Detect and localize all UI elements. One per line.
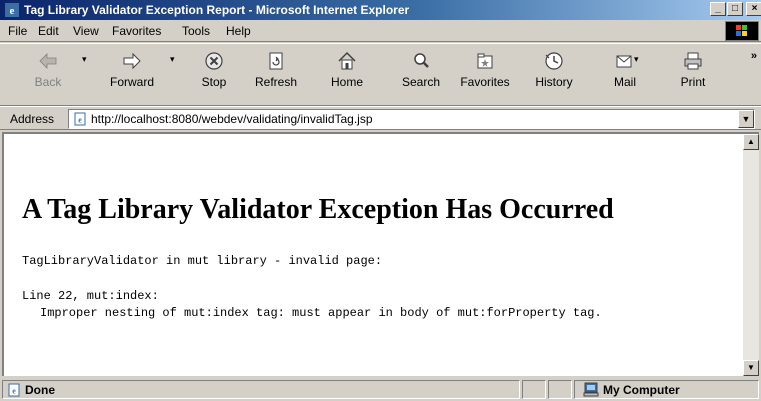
menu-favorites[interactable]: Favorites (112, 24, 161, 38)
browser-window: e Tag Library Validator Exception Report… (0, 0, 761, 401)
menu-bar: File Edit View Favorites Tools Help (0, 20, 761, 42)
forward-button[interactable]: Forward (104, 48, 160, 100)
history-button[interactable]: History (526, 48, 582, 100)
address-dropdown-icon[interactable]: ▼ (738, 110, 754, 128)
vertical-scrollbar[interactable]: ▲ ▼ (743, 134, 759, 376)
home-button[interactable]: Home (319, 48, 375, 100)
back-arrow-icon (39, 53, 57, 69)
error-location: Line 22, mut:index: (22, 289, 159, 303)
windows-logo-icon (725, 21, 759, 41)
refresh-label: Refresh (254, 75, 298, 89)
status-main-pane: e Done (2, 380, 520, 399)
search-icon (414, 53, 429, 68)
favorites-icon (477, 53, 493, 69)
refresh-icon (269, 52, 283, 70)
mail-label: Mail (613, 75, 636, 89)
address-label: Address (10, 112, 55, 126)
print-label: Print (680, 75, 706, 89)
refresh-button[interactable]: Refresh (248, 48, 304, 100)
back-button[interactable]: Back (20, 48, 76, 100)
search-button[interactable]: Search (393, 48, 449, 100)
mail-dropdown-icon[interactable]: ▾ (634, 54, 639, 65)
favorites-button[interactable]: Favorites (457, 48, 513, 100)
scroll-up-icon[interactable]: ▲ (743, 134, 759, 150)
home-label: Home (330, 75, 363, 89)
print-icon (684, 52, 702, 70)
scroll-down-icon[interactable]: ▼ (743, 360, 759, 376)
svg-text:e: e (12, 387, 16, 396)
status-zone-pane: My Computer (574, 380, 759, 399)
svg-text:e: e (10, 5, 15, 17)
menu-edit[interactable]: Edit (38, 24, 59, 38)
history-label: History (535, 75, 573, 89)
minimize-button[interactable]: _ (710, 2, 726, 16)
menu-help[interactable]: Help (226, 24, 251, 38)
menu-view[interactable]: View (73, 24, 99, 38)
page-viewport: A Tag Library Validator Exception Has Oc… (2, 132, 759, 376)
maximize-button[interactable]: □ (727, 2, 743, 16)
menu-tools[interactable]: Tools (182, 24, 210, 38)
home-icon (338, 51, 356, 70)
stop-button[interactable]: Stop (186, 48, 242, 100)
zone-text: My Computer (603, 383, 680, 397)
back-dropdown-icon[interactable]: ▾ (82, 54, 87, 65)
standard-toolbar: Back ▾ Forward ▾ Stop Refresh Home Searc… (0, 43, 761, 106)
forward-dropdown-icon[interactable]: ▾ (170, 54, 175, 65)
mail-button[interactable]: Mail (597, 48, 653, 100)
history-icon (545, 52, 563, 70)
search-label: Search (401, 75, 441, 89)
my-computer-icon (583, 382, 599, 397)
page-heading: A Tag Library Validator Exception Has Oc… (22, 194, 614, 225)
address-input[interactable]: e http://localhost:8080/webdev/validatin… (68, 109, 755, 129)
mail-icon (616, 55, 632, 68)
window-title: Tag Library Validator Exception Report -… (24, 3, 410, 17)
status-text: Done (25, 383, 55, 397)
status-bar: e Done My Computer (0, 378, 761, 401)
menu-file[interactable]: File (8, 24, 27, 38)
close-button[interactable]: × (746, 2, 761, 16)
title-bar[interactable]: e Tag Library Validator Exception Report… (0, 0, 761, 20)
internet-explorer-icon: e (5, 3, 19, 17)
validator-message: TagLibraryValidator in mut library - inv… (22, 254, 383, 268)
back-label: Back (34, 75, 62, 89)
forward-label: Forward (109, 75, 154, 89)
page-icon: e (74, 112, 86, 126)
forward-arrow-icon (123, 52, 141, 70)
status-security-pane (548, 380, 572, 399)
page-content: A Tag Library Validator Exception Has Oc… (4, 134, 743, 376)
svg-text:e: e (78, 116, 82, 125)
address-url[interactable]: http://localhost:8080/webdev/validating/… (91, 112, 373, 126)
stop-icon (205, 52, 223, 70)
error-detail: Improper nesting of mut:index tag: must … (40, 306, 602, 320)
toolbar-overflow-icon[interactable]: » (751, 50, 757, 62)
page-done-icon: e (8, 383, 20, 397)
stop-label: Stop (201, 75, 227, 89)
status-progress-pane (522, 380, 546, 399)
favorites-label: Favorites (460, 75, 510, 89)
print-button[interactable]: Print (665, 48, 721, 100)
address-bar: Address e http://localhost:8080/webdev/v… (0, 106, 761, 130)
